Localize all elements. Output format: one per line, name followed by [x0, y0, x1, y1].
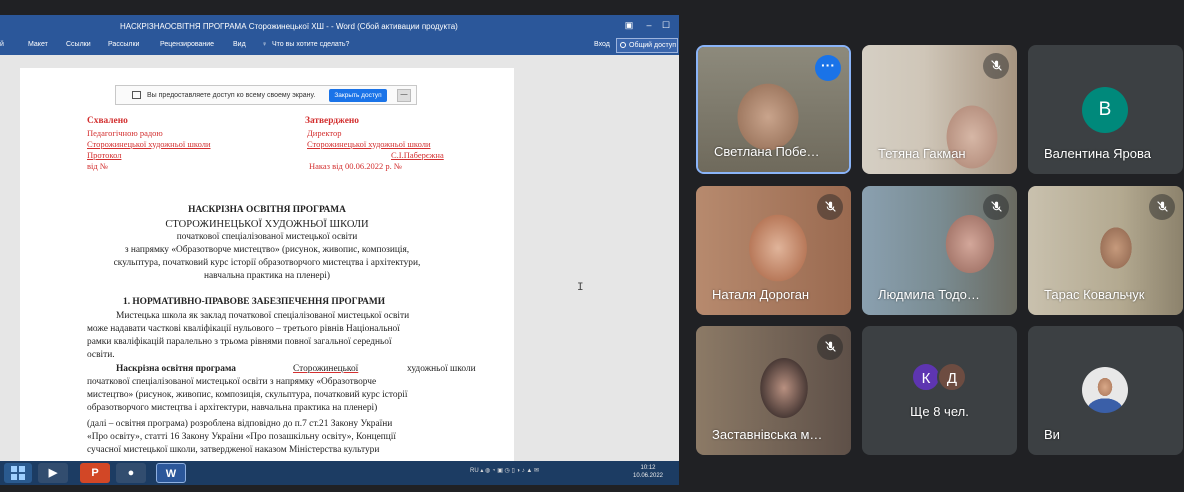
participant-name: Наталя Дороган: [712, 287, 810, 302]
avatar: [1082, 367, 1128, 413]
more-options-icon[interactable]: ···: [815, 55, 841, 81]
participant-name: Ви: [1044, 427, 1060, 442]
document-page[interactable]: Вы предоставляете доступ ко всему своему…: [20, 68, 514, 461]
para2-line-3: образотворчого мистецтва і архітектури, …: [87, 403, 378, 413]
participant-name: Тарас Ковальчук: [1044, 287, 1145, 302]
more-participants-label: Ще 8 чел.: [910, 404, 969, 419]
mic-off-icon: [817, 334, 843, 360]
approved-heading: Схвалено: [87, 116, 128, 126]
screen-share-notification: Вы предоставляете доступ ко всему своему…: [115, 85, 417, 105]
more-participants-tile[interactable]: К Д Ще 8 чел.: [862, 326, 1017, 455]
document-area: Вы предоставляете доступ ко всему своему…: [0, 55, 679, 461]
approved-line-3: Протокол: [87, 150, 122, 160]
para1-line-4: освіти.: [87, 350, 115, 360]
taskbar-clock[interactable]: 10:12 10.06.2022: [628, 464, 668, 480]
approved-line-2: Сторожинецької художньої школи: [87, 139, 211, 149]
participant-tile[interactable]: Тетяна Гакман: [862, 45, 1017, 174]
mic-off-icon: [1149, 194, 1175, 220]
confirmed-line-3: С.І.Паберєжна: [391, 150, 444, 160]
para1-line-1: Мистецька школа як заклад початкової спе…: [116, 311, 410, 321]
para2-bold: Наскрізна освітня програма: [116, 364, 236, 374]
para2-underlined: Сторожинецької: [293, 364, 359, 374]
tell-me-search[interactable]: Что вы хотите сделать?: [272, 41, 349, 48]
media-player-icon[interactable]: ▶: [38, 463, 68, 483]
ribbon-tab-review[interactable]: Рецензирование: [160, 41, 214, 48]
ribbon-options-icon[interactable]: ▣: [623, 20, 635, 30]
participant-tile[interactable]: Заставнівська м…: [696, 326, 851, 455]
doc-title-4: з напрямку «Образотворче мистецтво» (рис…: [124, 245, 410, 255]
avatar: В: [1082, 87, 1128, 133]
word-taskbar-icon[interactable]: W: [156, 463, 186, 483]
meet-window: НАСКРІЗНАОСВІТНЯ ПРОГРАМА Сторожинецької…: [0, 0, 1184, 492]
para2-line-5: «Про освіту», статті 16 Закону України «…: [87, 432, 397, 442]
participant-name: Тетяна Гакман: [878, 146, 966, 161]
participant-tile[interactable]: ··· Светлана Побе…: [696, 45, 851, 174]
stop-sharing-button[interactable]: Закрыть доступ: [329, 89, 387, 102]
para1-line-2: може надавати часткові кваліфікації нуль…: [87, 324, 400, 334]
doc-title-6: навчальна практика на пленері): [204, 271, 330, 281]
minimize-icon[interactable]: –: [643, 20, 655, 30]
mic-off-icon: [983, 53, 1009, 79]
powerpoint-icon[interactable]: P: [80, 463, 110, 483]
confirmed-line-1: Директор: [307, 128, 342, 138]
ribbon-tab-view[interactable]: Вид: [233, 41, 246, 48]
word-title-bar: НАСКРІЗНАОСВІТНЯ ПРОГРАМА Сторожинецької…: [0, 15, 679, 37]
mic-off-icon: [983, 194, 1009, 220]
doc-title-2: СТОРОЖИНЕЦЬКОЇ ХУДОЖНЬОЇ ШКОЛИ: [165, 219, 369, 230]
hide-bar-button[interactable]: —: [397, 89, 411, 102]
confirmed-line-2: Сторожинецької художньої школи: [307, 139, 431, 149]
avatar: Д: [937, 362, 967, 392]
confirmed-line-4: Наказ від 00.06.2022 р. №: [309, 161, 402, 171]
doc-title-3: початкової спеціалізованої мистецької ос…: [176, 232, 358, 242]
para2-line-2: мистецтво» (рисунок, живопис, композиція…: [87, 390, 408, 400]
doc-title-5: скульптура, початковий курс історії обра…: [113, 258, 421, 268]
para1-line-3: рамки кваліфікацій паралельно з трьома р…: [87, 337, 392, 347]
lightbulb-icon: ♀: [262, 41, 268, 48]
para2-line-1: початкової спеціалізованої мистецької ос…: [87, 377, 377, 387]
screen-share-icon: [132, 91, 141, 99]
self-tile[interactable]: Ви: [1028, 326, 1183, 455]
section-heading: 1. НОРМАТИВНО-ПРАВОВЕ ЗАБЕЗПЕЧЕННЯ ПРОГР…: [123, 297, 386, 307]
participant-name: Заставнівська м…: [712, 427, 823, 442]
para2-line-6: сучасної мистецької школи, затвердженої …: [87, 445, 380, 455]
system-tray: RU ▴ ◍ ◔ ▣ ◷ ▯ ◑ ♪ ▲ ✉: [470, 468, 540, 474]
participant-name: Светлана Побе…: [714, 144, 820, 159]
participant-tile[interactable]: Тарас Ковальчук: [1028, 186, 1183, 315]
windows-start-icon[interactable]: [4, 463, 32, 483]
firefox-icon[interactable]: ●: [116, 463, 146, 483]
participant-tile[interactable]: В Валентина Ярова: [1028, 45, 1183, 174]
windows-taskbar: ▶ P ● W RU ▴ ◍ ◔ ▣ ◷ ▯ ◑ ♪ ▲ ✉ 10:12 10.…: [0, 461, 679, 485]
ribbon-tab-mailings[interactable]: Рассылки: [108, 41, 139, 48]
confirmed-heading: Затверджено: [305, 116, 359, 126]
doc-title-1: НАСКРІЗНА ОСВІТНЯ ПРОГРАМА: [188, 205, 346, 215]
person-icon: [620, 42, 626, 48]
participant-name: Людмила Тодо…: [878, 287, 980, 302]
para2-first-rest: художньої школи: [407, 364, 476, 374]
screen-share-message: Вы предоставляете доступ ко всему своему…: [147, 92, 316, 99]
word-share-button[interactable]: Общий доступ: [616, 38, 678, 53]
text-cursor-icon: I: [577, 282, 584, 294]
ribbon-tab-partial[interactable]: й: [0, 41, 4, 48]
approved-line-4: від №: [87, 161, 108, 171]
word-ribbon-tabs: й Макет Ссылки Рассылки Рецензирование В…: [0, 37, 679, 55]
word-window-title: НАСКРІЗНАОСВІТНЯ ПРОГРАМА Сторожинецької…: [120, 22, 458, 31]
sign-in-link[interactable]: Вход: [594, 41, 610, 48]
participant-tile[interactable]: Наталя Дороган: [696, 186, 851, 315]
approved-line-1: Педагогічною радою: [87, 128, 163, 138]
ribbon-tab-layout[interactable]: Макет: [28, 41, 48, 48]
maximize-icon[interactable]: ☐: [660, 20, 672, 30]
ribbon-tab-references[interactable]: Ссылки: [66, 41, 91, 48]
participant-name: Валентина Ярова: [1044, 146, 1151, 161]
mic-off-icon: [817, 194, 843, 220]
para2-line-4: (далі – освітня програма) розроблена від…: [87, 419, 393, 429]
participant-tile[interactable]: Людмила Тодо…: [862, 186, 1017, 315]
shared-screen: НАСКРІЗНАОСВІТНЯ ПРОГРАМА Сторожинецької…: [0, 15, 679, 485]
